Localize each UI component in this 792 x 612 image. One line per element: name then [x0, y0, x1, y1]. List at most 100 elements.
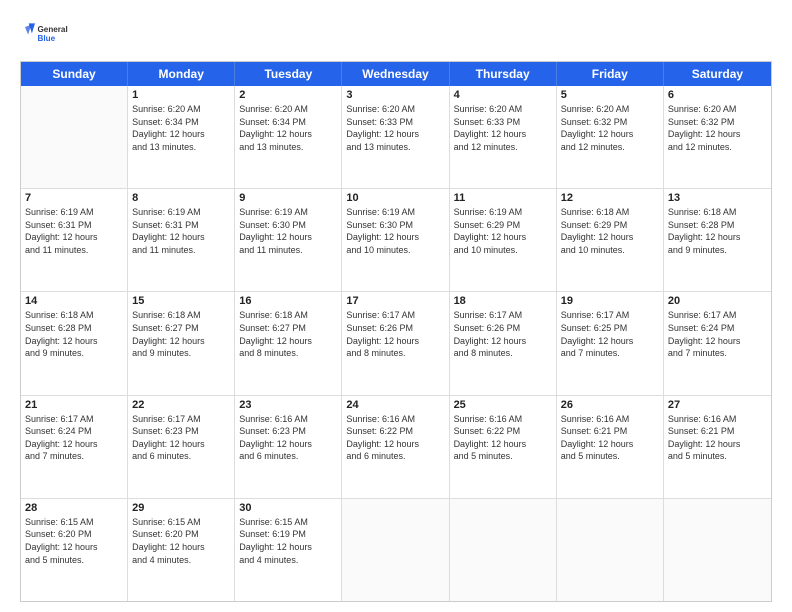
- daylight-label: Daylight: 12 hours: [239, 128, 337, 141]
- daylight-label: Daylight: 12 hours: [239, 335, 337, 348]
- daylight-label: Daylight: 12 hours: [346, 438, 444, 451]
- sunrise-line: Sunrise: 6:19 AM: [346, 206, 444, 219]
- sunset-line: Sunset: 6:31 PM: [25, 219, 123, 232]
- cal-header-friday: Friday: [557, 62, 664, 86]
- daylight-label: Daylight: 12 hours: [132, 438, 230, 451]
- sunset-line: Sunset: 6:33 PM: [346, 116, 444, 129]
- daylight-label: Daylight: 12 hours: [25, 335, 123, 348]
- cal-week-3: 14 Sunrise: 6:18 AM Sunset: 6:28 PM Dayl…: [21, 292, 771, 395]
- sunset-line: Sunset: 6:27 PM: [132, 322, 230, 335]
- sunrise-line: Sunrise: 6:20 AM: [454, 103, 552, 116]
- cal-cell: 3 Sunrise: 6:20 AM Sunset: 6:33 PM Dayli…: [342, 86, 449, 188]
- sunset-line: Sunset: 6:34 PM: [132, 116, 230, 129]
- sunset-line: Sunset: 6:29 PM: [561, 219, 659, 232]
- sunrise-line: Sunrise: 6:16 AM: [454, 413, 552, 426]
- cal-cell: [450, 499, 557, 601]
- daylight-minutes: and 7 minutes.: [668, 347, 767, 360]
- sunrise-line: Sunrise: 6:15 AM: [132, 516, 230, 529]
- daylight-minutes: and 5 minutes.: [454, 450, 552, 463]
- day-number: 4: [454, 89, 552, 101]
- sunset-line: Sunset: 6:19 PM: [239, 528, 337, 541]
- sunset-line: Sunset: 6:22 PM: [454, 425, 552, 438]
- cal-cell: [21, 86, 128, 188]
- day-number: 19: [561, 295, 659, 307]
- daylight-label: Daylight: 12 hours: [132, 335, 230, 348]
- cal-cell: 15 Sunrise: 6:18 AM Sunset: 6:27 PM Dayl…: [128, 292, 235, 394]
- cal-cell: 26 Sunrise: 6:16 AM Sunset: 6:21 PM Dayl…: [557, 396, 664, 498]
- cal-week-5: 28 Sunrise: 6:15 AM Sunset: 6:20 PM Dayl…: [21, 499, 771, 601]
- daylight-minutes: and 9 minutes.: [132, 347, 230, 360]
- day-number: 28: [25, 502, 123, 514]
- day-number: 23: [239, 399, 337, 411]
- daylight-minutes: and 8 minutes.: [239, 347, 337, 360]
- daylight-minutes: and 13 minutes.: [239, 141, 337, 154]
- daylight-label: Daylight: 12 hours: [346, 128, 444, 141]
- sunrise-line: Sunrise: 6:19 AM: [132, 206, 230, 219]
- sunset-line: Sunset: 6:32 PM: [668, 116, 767, 129]
- daylight-label: Daylight: 12 hours: [561, 438, 659, 451]
- daylight-label: Daylight: 12 hours: [132, 541, 230, 554]
- cal-cell: 22 Sunrise: 6:17 AM Sunset: 6:23 PM Dayl…: [128, 396, 235, 498]
- day-number: 1: [132, 89, 230, 101]
- daylight-minutes: and 12 minutes.: [668, 141, 767, 154]
- sunset-line: Sunset: 6:23 PM: [132, 425, 230, 438]
- daylight-label: Daylight: 12 hours: [239, 231, 337, 244]
- sunrise-line: Sunrise: 6:17 AM: [346, 309, 444, 322]
- cal-cell: 29 Sunrise: 6:15 AM Sunset: 6:20 PM Dayl…: [128, 499, 235, 601]
- sunrise-line: Sunrise: 6:16 AM: [346, 413, 444, 426]
- daylight-label: Daylight: 12 hours: [668, 231, 767, 244]
- cal-header-thursday: Thursday: [450, 62, 557, 86]
- daylight-minutes: and 11 minutes.: [25, 244, 123, 257]
- day-number: 18: [454, 295, 552, 307]
- svg-text:Blue: Blue: [38, 34, 56, 43]
- daylight-minutes: and 5 minutes.: [561, 450, 659, 463]
- cal-cell: 1 Sunrise: 6:20 AM Sunset: 6:34 PM Dayli…: [128, 86, 235, 188]
- day-number: 15: [132, 295, 230, 307]
- day-number: 22: [132, 399, 230, 411]
- sunset-line: Sunset: 6:28 PM: [25, 322, 123, 335]
- day-number: 27: [668, 399, 767, 411]
- day-number: 2: [239, 89, 337, 101]
- svg-text:General: General: [38, 25, 68, 34]
- daylight-minutes: and 10 minutes.: [346, 244, 444, 257]
- sunset-line: Sunset: 6:24 PM: [25, 425, 123, 438]
- sunrise-line: Sunrise: 6:19 AM: [454, 206, 552, 219]
- day-number: 7: [25, 192, 123, 204]
- sunrise-line: Sunrise: 6:16 AM: [561, 413, 659, 426]
- cal-cell: 20 Sunrise: 6:17 AM Sunset: 6:24 PM Dayl…: [664, 292, 771, 394]
- daylight-minutes: and 8 minutes.: [346, 347, 444, 360]
- daylight-label: Daylight: 12 hours: [454, 335, 552, 348]
- cal-cell: 10 Sunrise: 6:19 AM Sunset: 6:30 PM Dayl…: [342, 189, 449, 291]
- calendar: SundayMondayTuesdayWednesdayThursdayFrid…: [20, 61, 772, 602]
- sunrise-line: Sunrise: 6:17 AM: [454, 309, 552, 322]
- daylight-minutes: and 4 minutes.: [239, 554, 337, 567]
- daylight-label: Daylight: 12 hours: [454, 438, 552, 451]
- cal-cell: 12 Sunrise: 6:18 AM Sunset: 6:29 PM Dayl…: [557, 189, 664, 291]
- cal-cell: 14 Sunrise: 6:18 AM Sunset: 6:28 PM Dayl…: [21, 292, 128, 394]
- day-number: 10: [346, 192, 444, 204]
- sunrise-line: Sunrise: 6:19 AM: [239, 206, 337, 219]
- daylight-minutes: and 4 minutes.: [132, 554, 230, 567]
- day-number: 24: [346, 399, 444, 411]
- day-number: 21: [25, 399, 123, 411]
- cal-cell: 6 Sunrise: 6:20 AM Sunset: 6:32 PM Dayli…: [664, 86, 771, 188]
- daylight-minutes: and 13 minutes.: [132, 141, 230, 154]
- daylight-label: Daylight: 12 hours: [668, 335, 767, 348]
- day-number: 9: [239, 192, 337, 204]
- sunset-line: Sunset: 6:32 PM: [561, 116, 659, 129]
- daylight-label: Daylight: 12 hours: [561, 335, 659, 348]
- sunset-line: Sunset: 6:20 PM: [132, 528, 230, 541]
- sunset-line: Sunset: 6:34 PM: [239, 116, 337, 129]
- sunset-line: Sunset: 6:25 PM: [561, 322, 659, 335]
- cal-cell: [557, 499, 664, 601]
- sunrise-line: Sunrise: 6:20 AM: [132, 103, 230, 116]
- sunset-line: Sunset: 6:21 PM: [668, 425, 767, 438]
- cal-cell: 24 Sunrise: 6:16 AM Sunset: 6:22 PM Dayl…: [342, 396, 449, 498]
- sunrise-line: Sunrise: 6:17 AM: [25, 413, 123, 426]
- daylight-label: Daylight: 12 hours: [25, 231, 123, 244]
- cal-cell: 5 Sunrise: 6:20 AM Sunset: 6:32 PM Dayli…: [557, 86, 664, 188]
- logo-svg: General Blue: [20, 15, 70, 53]
- sunrise-line: Sunrise: 6:20 AM: [668, 103, 767, 116]
- daylight-minutes: and 10 minutes.: [561, 244, 659, 257]
- daylight-minutes: and 11 minutes.: [132, 244, 230, 257]
